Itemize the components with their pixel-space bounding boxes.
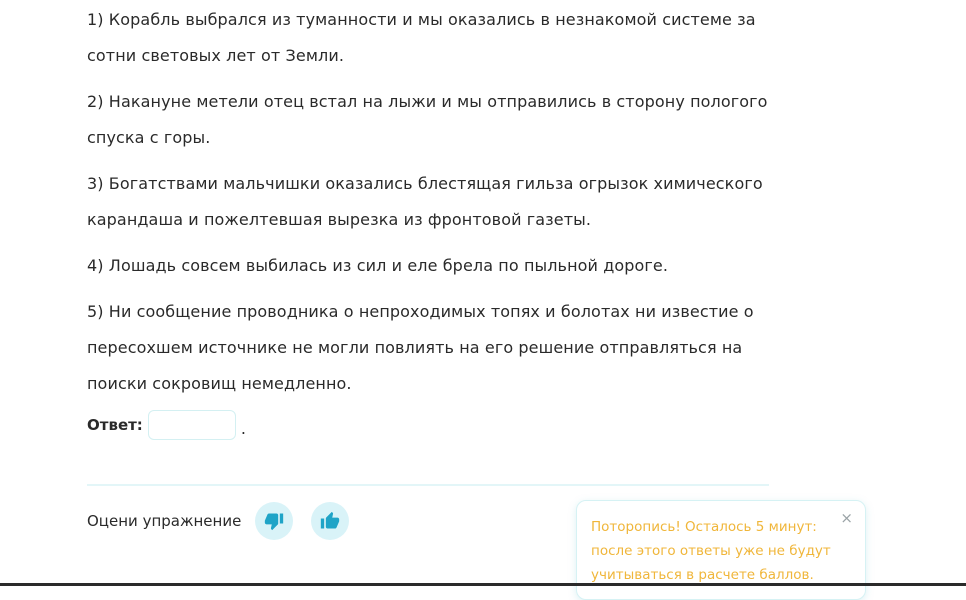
thumb-up-icon (321, 511, 340, 529)
toast-message: Поторопись! Осталось 5 минут: после этог… (591, 519, 831, 583)
rating-label: Оцени упражнение (87, 512, 242, 530)
sentence-3: 3) Богатствами мальчишки оказались блест… (87, 174, 763, 229)
sentence-5: 5) Ни сообщение проводника о непроходимы… (87, 302, 754, 393)
answer-suffix: . (240, 418, 246, 438)
answer-input[interactable] (147, 410, 236, 440)
dislike-button[interactable] (255, 502, 294, 540)
close-icon[interactable]: × (840, 509, 853, 527)
answer-row: Ответ: . (87, 407, 246, 443)
answer-label: Ответ: (87, 416, 143, 434)
sentence-2: 2) Накануне метели отец встал на лыжи и … (87, 92, 768, 147)
exercise-content: 1) Корабль выбрался из туманности и мы о… (87, 0, 787, 412)
sentence-1: 1) Корабль выбрался из туманности и мы о… (87, 10, 756, 65)
thumb-down-icon (265, 513, 284, 531)
sentence-4: 4) Лошадь совсем выбилась из сил и еле б… (87, 256, 669, 275)
divider (87, 484, 769, 486)
rating-row: Оцени упражнение (87, 502, 367, 540)
like-button[interactable] (311, 502, 350, 540)
